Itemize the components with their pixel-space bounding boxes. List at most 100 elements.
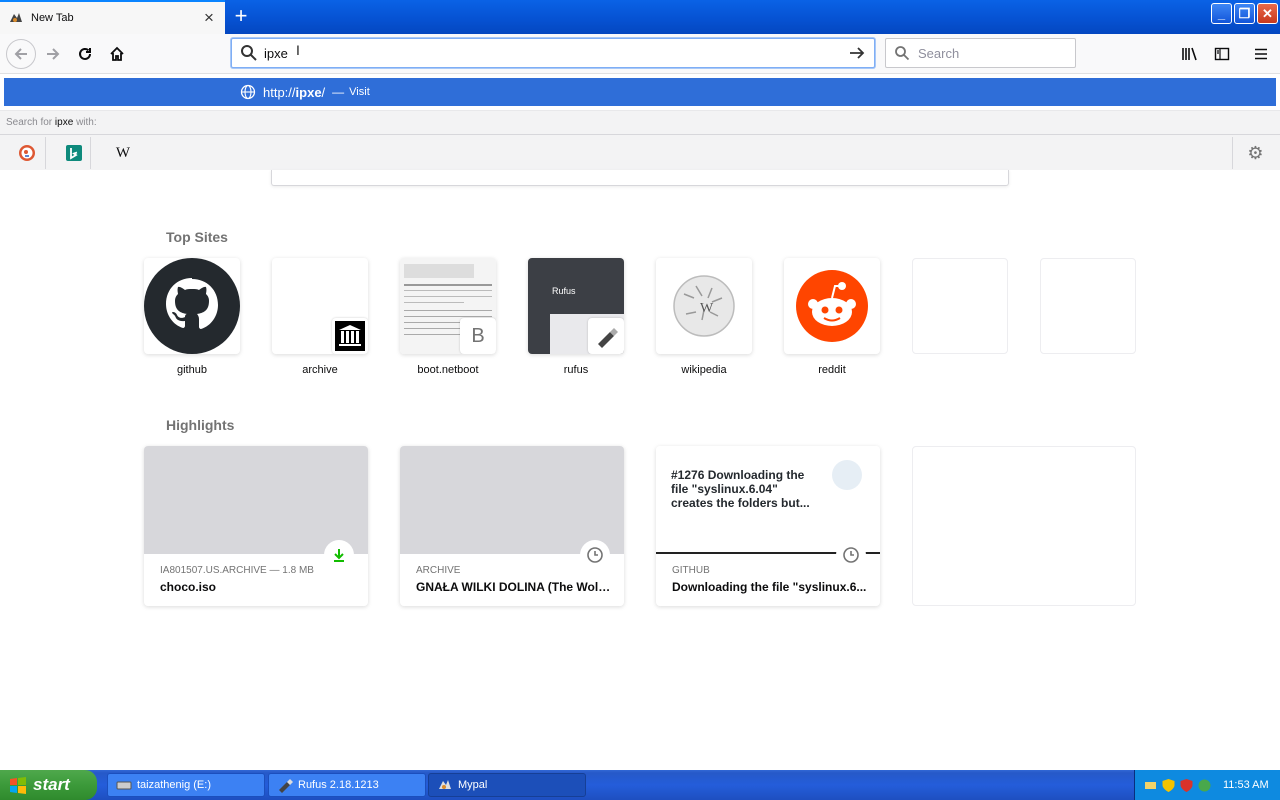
start-button[interactable]: start [0,770,97,800]
archive-building-icon [332,318,368,354]
highlight-card[interactable]: #1276 Downloading the file "syslinux.6.0… [656,446,880,606]
card-title: choco.iso [160,580,217,594]
update-tray-icon[interactable] [1197,778,1212,793]
url-input[interactable] [264,45,848,61]
wikipedia-icon[interactable]: W [106,137,140,169]
url-suffix: / [321,84,326,100]
netboot-letter: B [471,324,485,347]
card-thumb-heading: #1276 Downloading the file "syslinux.6.0… [671,468,810,510]
search-input[interactable] [918,45,1094,61]
sidebar-button[interactable] [1208,40,1236,68]
card-context: ARCHIVE [416,565,461,576]
topsite-github[interactable]: github [144,258,240,376]
home-icon [110,46,124,61]
restore-button[interactable]: ❐ [1234,3,1255,24]
reload-button[interactable] [71,40,99,68]
taskbar-item-label: Rufus 2.18.1213 [298,779,379,791]
search-with-suffix: with: [76,117,97,128]
highlight-card[interactable]: IA801507.US.ARCHIVE — 1.8 MB choco.iso [144,446,368,606]
hamburger-menu-icon [1255,48,1267,60]
issue-avatar [832,460,862,490]
one-off-search-engines: W ⚙ [0,134,1280,170]
library-button[interactable] [1176,40,1204,68]
svg-text:W: W [700,301,714,316]
topsite-label: reddit [818,364,846,376]
empty-tile [912,258,1008,354]
topsite-rufus[interactable]: Rufus rufus [528,258,624,376]
search-icon [894,45,910,61]
new-tab-content: Top Sites github archive B boot.netboot [0,170,1280,770]
tab-title: New Tab [31,12,74,24]
alert-shield-icon[interactable] [1179,778,1194,793]
globe-icon [240,84,256,100]
highlight-card[interactable]: ARCHIVE GNAŁA WILKI DOLINA (The Wolf... [400,446,624,606]
topsite-label: github [177,364,207,376]
search-icon [240,44,258,62]
visit-suggestion[interactable]: http://ipxe/ — Visit [4,78,1276,106]
rufus-thumbnail: Rufus [528,258,624,354]
wikipedia-globe-icon: W [656,258,752,354]
duckduckgo-icon[interactable] [8,137,46,169]
forward-button[interactable] [39,40,67,68]
topsite-reddit[interactable]: reddit [784,258,880,376]
card-thumbnail [400,446,624,554]
github-icon [144,258,240,354]
topsite-label: boot.netboot [417,364,479,376]
card-thumbnail [144,446,368,554]
menu-button[interactable] [1247,40,1275,68]
taskbar-item[interactable]: taizathenig (E:) [107,773,265,797]
card-thumbnail: #1276 Downloading the file "syslinux.6.0… [656,446,880,554]
suggestion-url: http://ipxe/ [263,85,325,100]
navigation-toolbar [0,34,1280,74]
rufus-thumb-title: Rufus [552,286,576,296]
go-arrow-icon[interactable] [848,44,866,62]
suggestion-separator: — [332,85,345,99]
new-tab-button[interactable]: + [230,5,252,27]
drive-icon [116,777,132,793]
topsite-archive[interactable]: archive [272,258,368,376]
taskbar-item-label: taizathenig (E:) [137,779,211,791]
close-window-button[interactable]: ✕ [1257,3,1278,24]
security-shield-icon[interactable] [1161,778,1176,793]
back-arrow-icon [14,48,27,60]
home-button[interactable] [103,40,131,68]
network-tray-icon[interactable] [1143,778,1158,793]
topsite-empty [1040,258,1136,354]
tab-new-tab[interactable]: New Tab × [0,0,225,34]
wikipedia-glyph: W [115,144,131,161]
close-tab-icon[interactable]: × [201,9,217,26]
search-with-term: ipxe [54,117,74,128]
topsite-empty [912,258,1008,354]
search-settings-gear-icon[interactable]: ⚙ [1232,137,1278,169]
reddit-icon [784,258,880,354]
url-bar[interactable] [231,38,875,68]
sidebar-icon [1214,47,1230,61]
search-bar[interactable] [885,38,1094,68]
urlbar-autocomplete-popup: http://ipxe/ — Visit Search for ipxe wit… [0,74,1280,170]
rufus-icon [277,777,293,793]
taskbar-item-active[interactable]: Mypal [428,773,586,797]
taskbar-item[interactable]: Rufus 2.18.1213 [268,773,426,797]
highlight-empty [912,446,1136,606]
url-prefix: http:// [263,84,296,100]
topsite-wikipedia[interactable]: W wikipedia [656,258,752,376]
search-with-label: Search for ipxe with: [0,110,1280,134]
bing-icon[interactable] [57,137,91,169]
card-context: IA801507.US.ARCHIVE — 1.8 MB [160,565,314,576]
search-with-prefix: Search for [6,117,53,128]
empty-tile [1040,258,1136,354]
windows-flag-icon [8,775,28,795]
topsite-boot-netboot[interactable]: B boot.netboot [400,258,496,376]
minimize-button[interactable]: _ [1211,3,1232,24]
netboot-thumbnail: B [400,258,496,354]
card-context: GITHUB [672,565,710,576]
taskbar: start taizathenig (E:) Rufus 2.18.1213 M… [0,770,1280,800]
download-icon [324,540,354,570]
history-clock-icon [836,540,866,570]
back-button[interactable] [6,39,36,69]
clock: 11:53 AM [1223,779,1269,791]
topsite-label: archive [302,364,338,376]
mypal-icon [8,10,24,26]
search-snippet-edge [271,170,1009,186]
netboot-letter-icon: B [460,318,496,354]
